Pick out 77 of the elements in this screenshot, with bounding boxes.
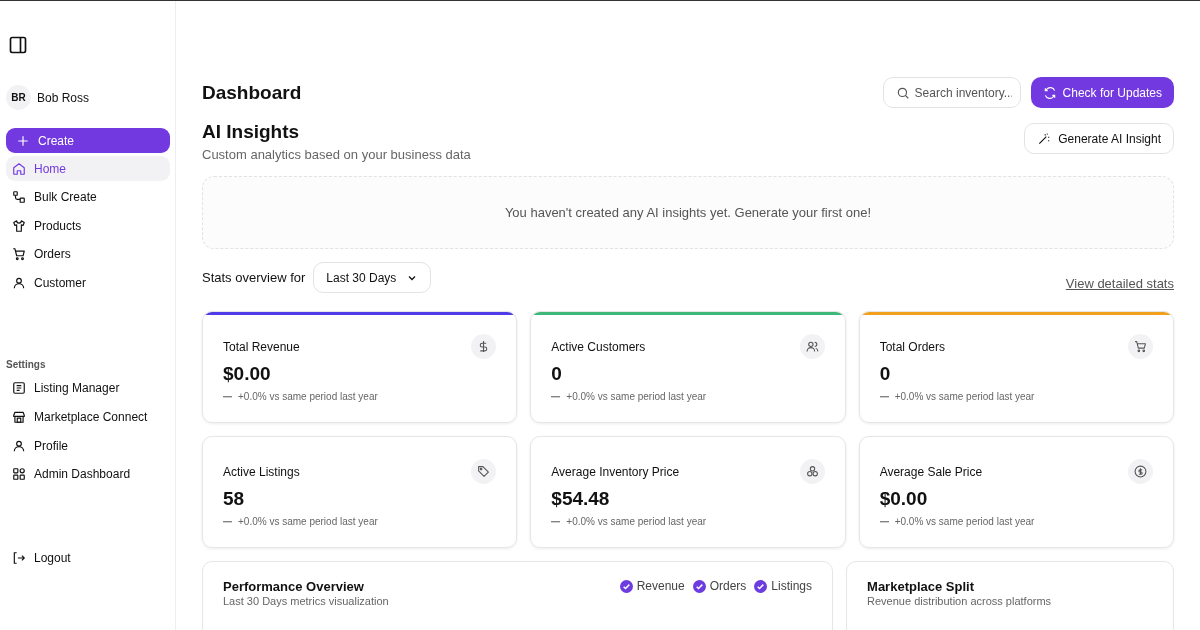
magic-wand-icon bbox=[1037, 131, 1052, 146]
stat-change: +0.0% vs same period last year bbox=[566, 391, 707, 402]
tag-icon bbox=[477, 465, 491, 478]
user-icon bbox=[12, 275, 26, 290]
stat-value: 0 bbox=[879, 363, 892, 385]
grid-icon bbox=[12, 467, 26, 482]
section-title: AI Insights bbox=[202, 121, 301, 143]
legend-checkbox[interactable] bbox=[692, 579, 706, 593]
stat-change: +0.0% vs same period last year bbox=[566, 516, 707, 527]
legend-label: Revenue bbox=[636, 579, 685, 593]
card-subtitle: Revenue distribution across platforms bbox=[867, 595, 1053, 607]
card-subtitle: Last 30 Days metrics visualization bbox=[223, 595, 389, 607]
stat-change: +0.0% vs same period last year bbox=[238, 391, 378, 402]
stat-value: $0.00 bbox=[223, 363, 272, 385]
dash-icon bbox=[551, 520, 561, 523]
logout-icon bbox=[12, 550, 26, 565]
detailed-stats-link[interactable]: View detailed stats bbox=[1065, 276, 1174, 291]
plus-icon bbox=[16, 133, 30, 148]
store-icon bbox=[12, 410, 26, 425]
create-button[interactable]: Create bbox=[6, 128, 170, 153]
stat-value: $0.00 bbox=[879, 488, 929, 510]
legend-checkbox[interactable] bbox=[754, 579, 768, 593]
circles-icon bbox=[805, 465, 819, 478]
legend-label: Orders bbox=[709, 579, 747, 593]
generate-insight-button[interactable]: Generate AI Insight bbox=[1024, 123, 1174, 154]
stat-title: Average Sale Price bbox=[879, 464, 983, 479]
stat-change: +0.0% vs same period last year bbox=[894, 516, 1035, 527]
nav-item[interactable]: Products bbox=[6, 213, 170, 239]
dash-icon bbox=[879, 395, 889, 398]
nav-item[interactable]: Admin Dashboard bbox=[6, 461, 170, 487]
user-icon bbox=[12, 438, 26, 453]
cart-icon bbox=[1134, 340, 1147, 353]
list-icon bbox=[12, 381, 26, 396]
nav-item[interactable]: Orders bbox=[6, 241, 170, 267]
stat-title: Active Customers bbox=[551, 339, 646, 354]
search-icon bbox=[895, 86, 910, 100]
card-title: Performance Overview bbox=[223, 579, 365, 594]
nav-item[interactable]: Listing Manager bbox=[6, 375, 170, 401]
stat-change: +0.0% vs same period last year bbox=[238, 516, 378, 527]
stat-value: 58 bbox=[223, 488, 246, 510]
nav-item[interactable]: Profile bbox=[6, 433, 170, 459]
stat-title: Active Listings bbox=[223, 464, 300, 479]
dash-icon bbox=[223, 395, 232, 398]
refresh-icon bbox=[1042, 85, 1057, 100]
stat-change: +0.0% vs same period last year bbox=[894, 391, 1035, 402]
logout-button[interactable]: Logout bbox=[6, 545, 170, 571]
coin-icon bbox=[1134, 465, 1147, 478]
legend-label: Listings bbox=[771, 579, 813, 593]
shapes-icon bbox=[12, 190, 26, 205]
dash-icon bbox=[551, 395, 561, 398]
cart-icon bbox=[12, 247, 26, 262]
user-avatar: BR bbox=[6, 85, 31, 110]
stat-title: Total Revenue bbox=[223, 339, 300, 354]
check-updates-button[interactable]: Check for Updates bbox=[1030, 77, 1174, 108]
stat-value: $54.48 bbox=[551, 488, 611, 510]
card-title: Marketplace Split bbox=[867, 579, 975, 594]
users-icon bbox=[805, 340, 819, 353]
sidebar-toggle-icon[interactable] bbox=[8, 35, 28, 55]
shirt-icon bbox=[12, 218, 26, 233]
home-icon bbox=[12, 161, 26, 176]
nav-item[interactable]: Home bbox=[6, 156, 170, 181]
nav-item[interactable]: Marketplace Connect bbox=[6, 404, 170, 430]
legend-checkbox[interactable] bbox=[619, 579, 633, 593]
section-heading: Settings bbox=[6, 358, 47, 370]
stat-title: Total Orders bbox=[879, 339, 945, 354]
stats-label: Stats overview for bbox=[202, 270, 306, 285]
user-name: Bob Ross bbox=[37, 90, 90, 105]
empty-message: You haven't created any AI insights yet. Generate your first one! bbox=[504, 205, 872, 220]
nav-item[interactable]: Customer bbox=[6, 270, 170, 296]
period-dropdown[interactable]: Last 30 Days bbox=[313, 262, 432, 293]
stat-title: Average Inventory Price bbox=[551, 464, 680, 479]
stat-value: 0 bbox=[551, 363, 563, 385]
section-subtitle: Custom analytics based on your business data bbox=[202, 147, 471, 162]
dash-icon bbox=[879, 520, 889, 523]
nav-item[interactable]: Bulk Create bbox=[6, 184, 170, 210]
dash-icon bbox=[223, 520, 232, 523]
page-title: Dashboard bbox=[202, 81, 302, 104]
